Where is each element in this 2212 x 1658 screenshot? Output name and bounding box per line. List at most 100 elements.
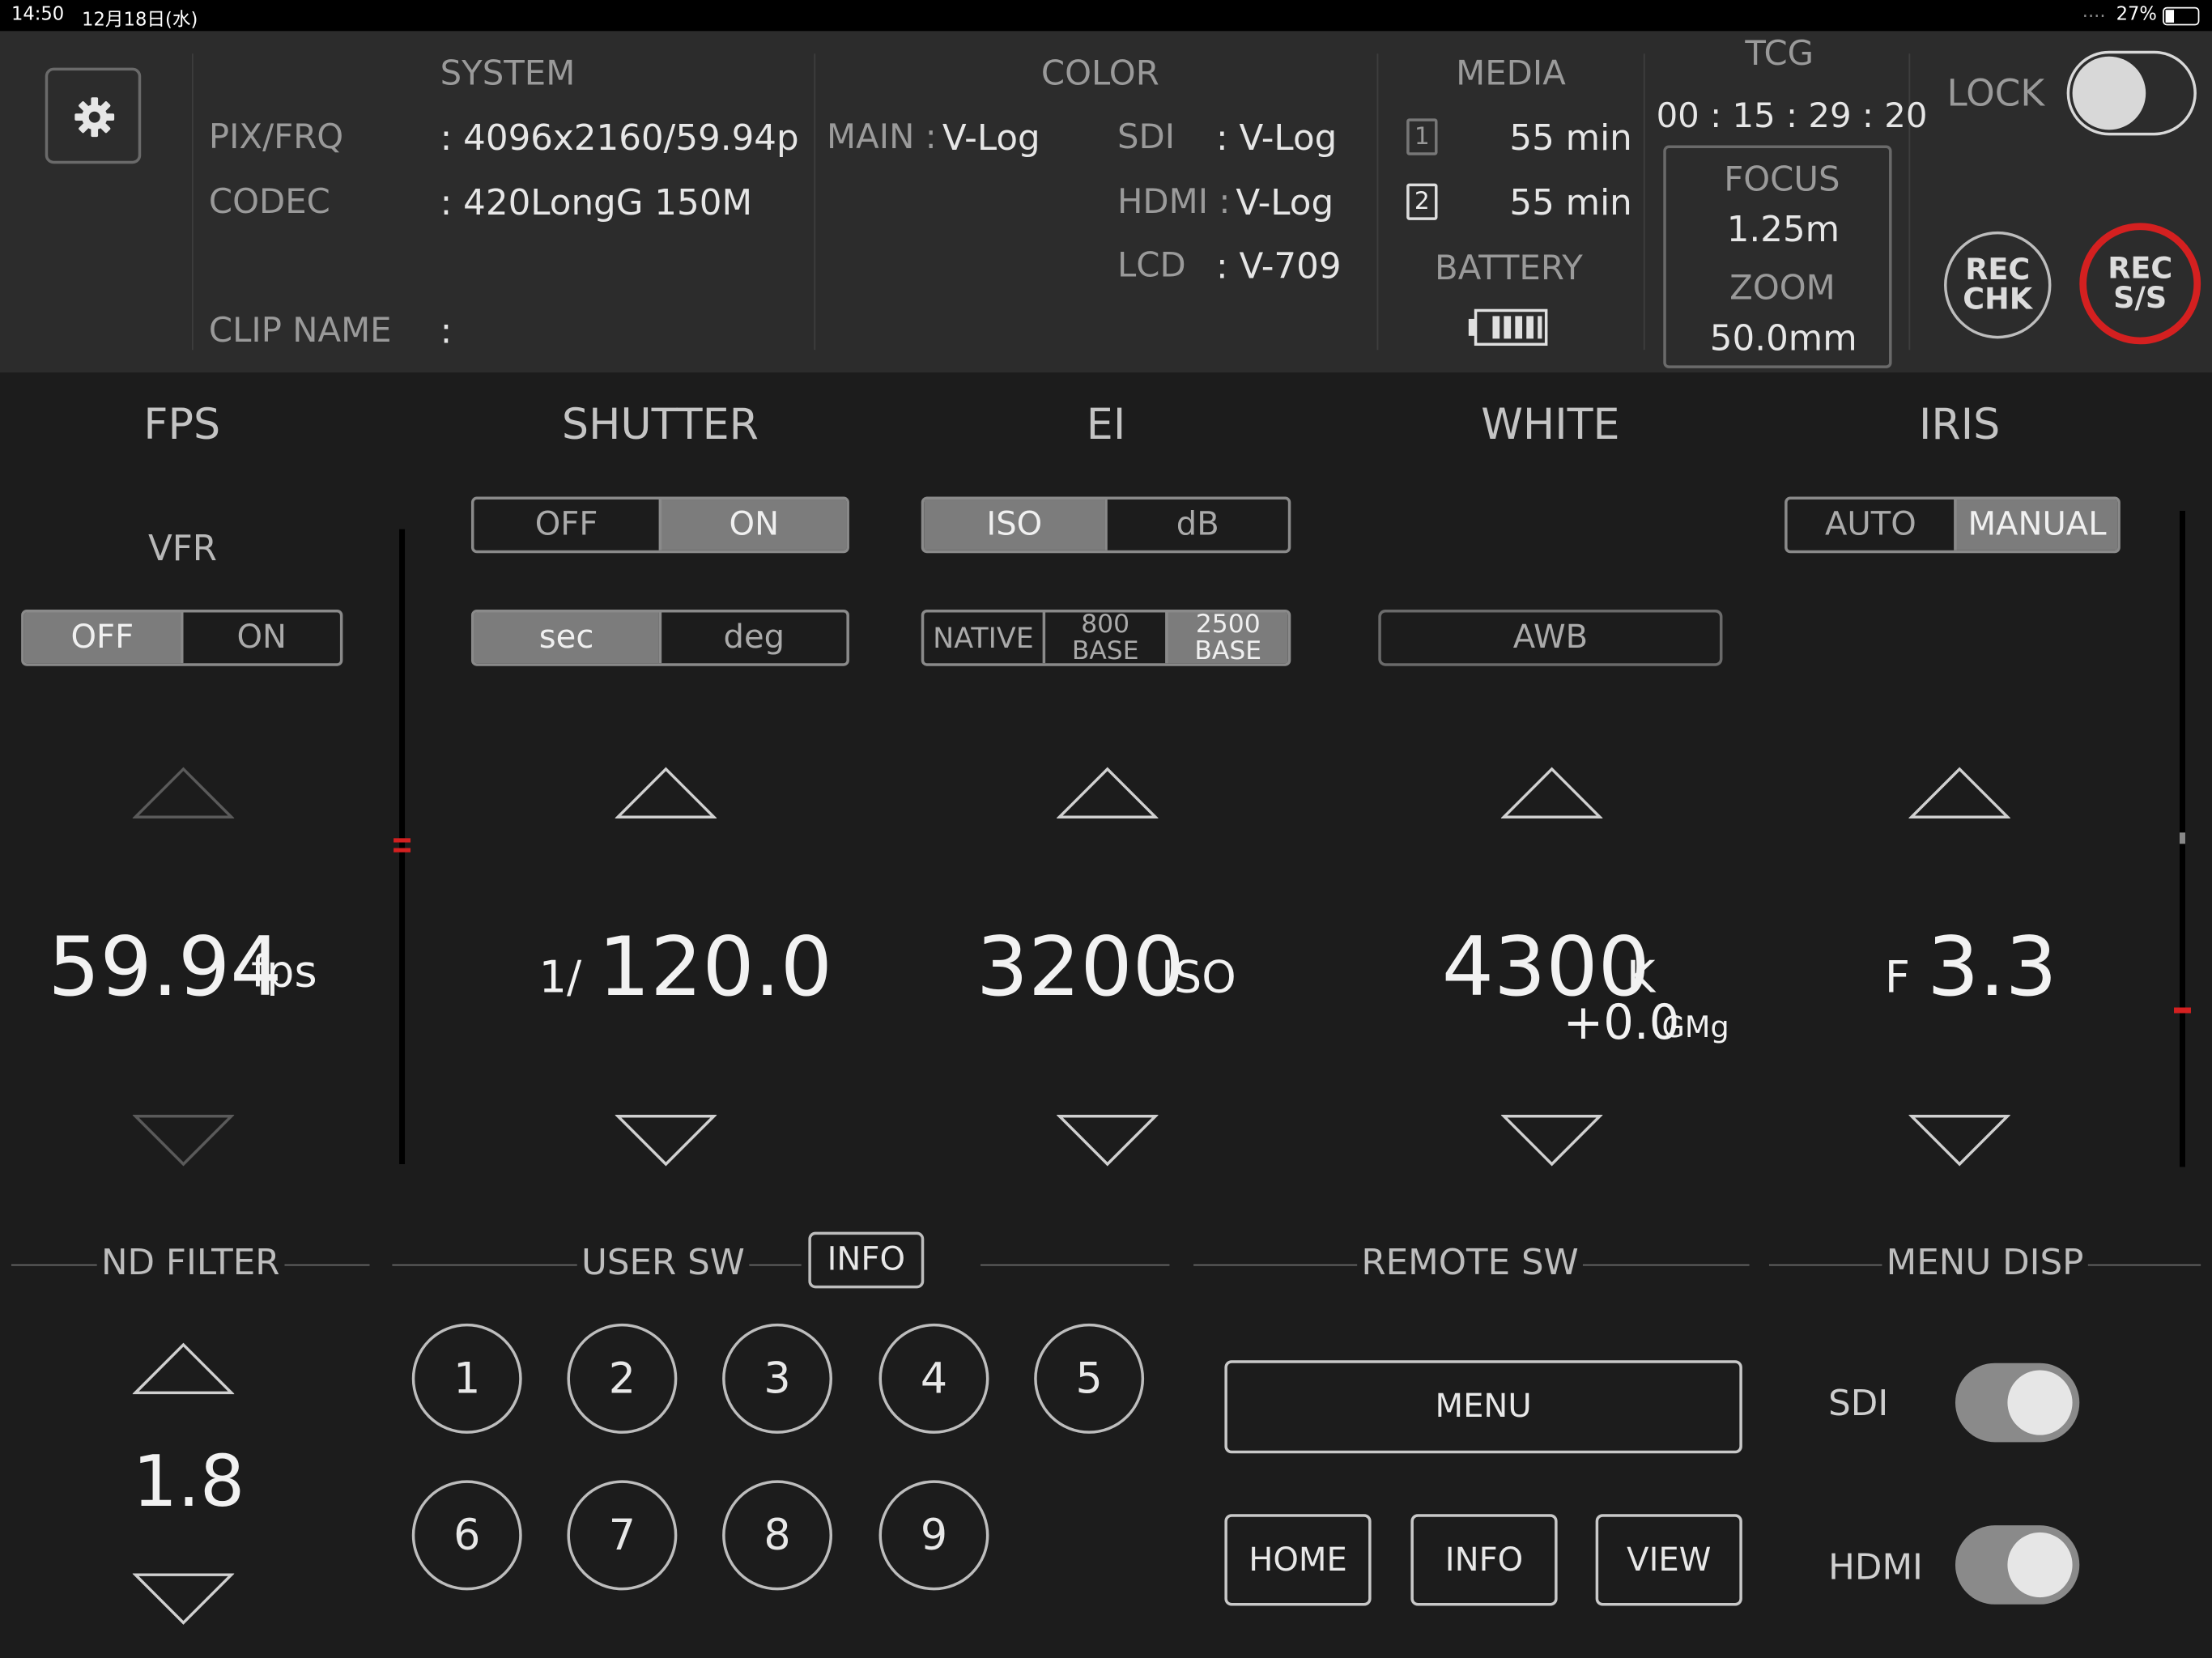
settings-button[interactable]: [45, 67, 142, 164]
iris-mode-switch[interactable]: AUTO MANUAL: [1784, 496, 2121, 554]
shutter-onoff-switch[interactable]: OFF ON: [470, 496, 849, 554]
ei-2500base-option[interactable]: 2500 BASE: [1165, 612, 1288, 663]
sd-slot-1-icon: 1: [1406, 118, 1438, 155]
shutter-deg-option[interactable]: deg: [658, 612, 847, 664]
awb-button[interactable]: AWB: [1378, 609, 1723, 666]
tcg-title: TCG: [1745, 33, 1814, 74]
nd-down-arrow-icon[interactable]: [132, 1572, 235, 1626]
lock-toggle[interactable]: [2066, 50, 2197, 136]
fps-down-arrow-icon[interactable]: [132, 1113, 235, 1167]
user-sw-8-button[interactable]: 8: [722, 1480, 833, 1591]
iris-manual-option[interactable]: MANUAL: [1954, 500, 2118, 551]
white-unit: K: [1626, 952, 1656, 1004]
user-sw-3-button[interactable]: 3: [722, 1323, 833, 1434]
base800-text: BASE: [1071, 636, 1139, 666]
menu-disp-sdi-label: SDI: [1828, 1383, 1889, 1424]
ei-value: 3200: [976, 918, 1185, 1015]
ei-up-arrow-icon[interactable]: [1057, 766, 1159, 819]
shutter-off-option[interactable]: OFF: [474, 500, 658, 551]
status-battery-icon: [2163, 6, 2200, 26]
vfr-label: VFR: [147, 527, 218, 569]
rec-chk-line1: REC: [1965, 252, 2031, 287]
pixfrq-value: : 4096x2160/59.94p: [440, 117, 799, 159]
color-sdi-label: SDI: [1117, 117, 1176, 157]
shutter-on-option[interactable]: ON: [658, 500, 847, 551]
ei-mode-switch[interactable]: ISO dB: [921, 496, 1291, 554]
white-down-arrow-icon[interactable]: [1500, 1113, 1603, 1167]
ei-down-arrow-icon[interactable]: [1057, 1113, 1159, 1167]
shutter-up-arrow-icon[interactable]: [615, 766, 717, 819]
user-sw-5-button[interactable]: 5: [1034, 1323, 1145, 1434]
codec-value: : 420LongG 150M: [440, 181, 753, 223]
fps-slider-marker[interactable]: [393, 838, 411, 852]
home-button[interactable]: HOME: [1224, 1514, 1372, 1606]
color-hdmi-label: HDMI :: [1117, 181, 1231, 222]
fps-up-arrow-icon[interactable]: [132, 766, 235, 819]
iris-auto-option[interactable]: AUTO: [1788, 500, 1955, 551]
user-sw-2-button[interactable]: 2: [567, 1323, 678, 1434]
base2500-text: BASE: [1194, 636, 1262, 666]
user-sw-9-button[interactable]: 9: [878, 1480, 989, 1591]
iris-prefix: F: [1884, 952, 1910, 1004]
battery-icon: [1467, 308, 1549, 353]
color-main-label: MAIN :: [827, 117, 937, 157]
status-time: 14:50: [11, 4, 65, 26]
iris-down-arrow-icon[interactable]: [1908, 1113, 2010, 1167]
menu-disp-title: MENU DISP: [1882, 1244, 2088, 1280]
color-sdi-value: : V-Log: [1215, 117, 1338, 159]
ei-800base-option[interactable]: 800 BASE: [1042, 612, 1166, 666]
vfr-off-option[interactable]: OFF: [23, 612, 181, 664]
ei-iso-option[interactable]: ISO: [924, 500, 1105, 551]
user-sw-info-button[interactable]: INFO: [808, 1231, 925, 1289]
fps-value: 59.94: [48, 918, 283, 1015]
view-button[interactable]: VIEW: [1595, 1514, 1742, 1606]
fps-title: FPS: [143, 401, 221, 451]
menu-button[interactable]: MENU: [1224, 1360, 1742, 1454]
white-gmg-unit: GMg: [1661, 1010, 1729, 1044]
shutter-unit-switch[interactable]: sec deg: [470, 609, 849, 666]
menu-disp-sdi-toggle[interactable]: [1955, 1363, 2080, 1443]
vfr-on-option[interactable]: ON: [181, 612, 340, 664]
ei-base-switch[interactable]: NATIVE 800 BASE 2500 BASE: [921, 609, 1291, 666]
user-sw-1-button[interactable]: 1: [411, 1323, 522, 1434]
remote-sw-title: REMOTE SW: [1357, 1244, 1584, 1280]
iris-slider-thumb[interactable]: [2180, 832, 2185, 844]
vfr-switch[interactable]: OFF ON: [21, 609, 343, 666]
user-sw-6-button[interactable]: 6: [411, 1480, 522, 1591]
battery-percent: 27%: [2116, 4, 2157, 26]
white-title: WHITE: [1481, 401, 1620, 451]
tcg-value: 00 : 15 : 29 : 20: [1656, 96, 1928, 136]
lock-toggle-knob: [2072, 56, 2146, 130]
rec-chk-line2: CHK: [1963, 282, 2033, 317]
rec-start-stop-button[interactable]: REC S/S: [2079, 223, 2201, 345]
user-sw-4-button[interactable]: 4: [878, 1323, 989, 1434]
user-sw-7-button[interactable]: 7: [567, 1480, 678, 1591]
user-sw-title: USER SW: [576, 1244, 750, 1280]
shutter-value: 120.0: [598, 918, 833, 1015]
lock-label: LOCK: [1946, 73, 2045, 116]
ei-native-option[interactable]: NATIVE: [924, 612, 1042, 663]
media-title: MEDIA: [1456, 53, 1566, 94]
shutter-sec-option[interactable]: sec: [474, 612, 659, 664]
nd-up-arrow-icon[interactable]: [132, 1342, 235, 1396]
white-up-arrow-icon[interactable]: [1500, 766, 1603, 819]
clip-name-value: :: [440, 310, 453, 352]
zoom-value: 50.0mm: [1709, 317, 1857, 359]
iris-up-arrow-icon[interactable]: [1908, 766, 2010, 819]
camera-remote-app: 14:50 12月18日(水) .... 27% SYSTEM PIX/FRQ …: [0, 0, 2212, 1658]
color-hdmi-value: V-Log: [1236, 181, 1334, 223]
shutter-down-arrow-icon[interactable]: [615, 1113, 717, 1167]
shutter-prefix: 1/: [538, 952, 582, 1004]
focus-label: FOCUS: [1724, 159, 1840, 199]
color-lcd-label: LCD: [1117, 245, 1186, 286]
system-title: SYSTEM: [440, 53, 576, 94]
menu-disp-hdmi-toggle[interactable]: [1955, 1525, 2080, 1605]
remote-info-button[interactable]: INFO: [1410, 1514, 1558, 1606]
clip-name-label: CLIP NAME: [208, 310, 392, 351]
color-lcd-value: : V-709: [1215, 245, 1342, 287]
codec-label: CODEC: [208, 181, 330, 222]
slot1-remaining: 55 min: [1509, 117, 1632, 159]
ei-title: EI: [1086, 401, 1126, 451]
rec-check-button[interactable]: REC CHK: [1944, 231, 2052, 339]
ei-db-option[interactable]: dB: [1104, 500, 1288, 551]
